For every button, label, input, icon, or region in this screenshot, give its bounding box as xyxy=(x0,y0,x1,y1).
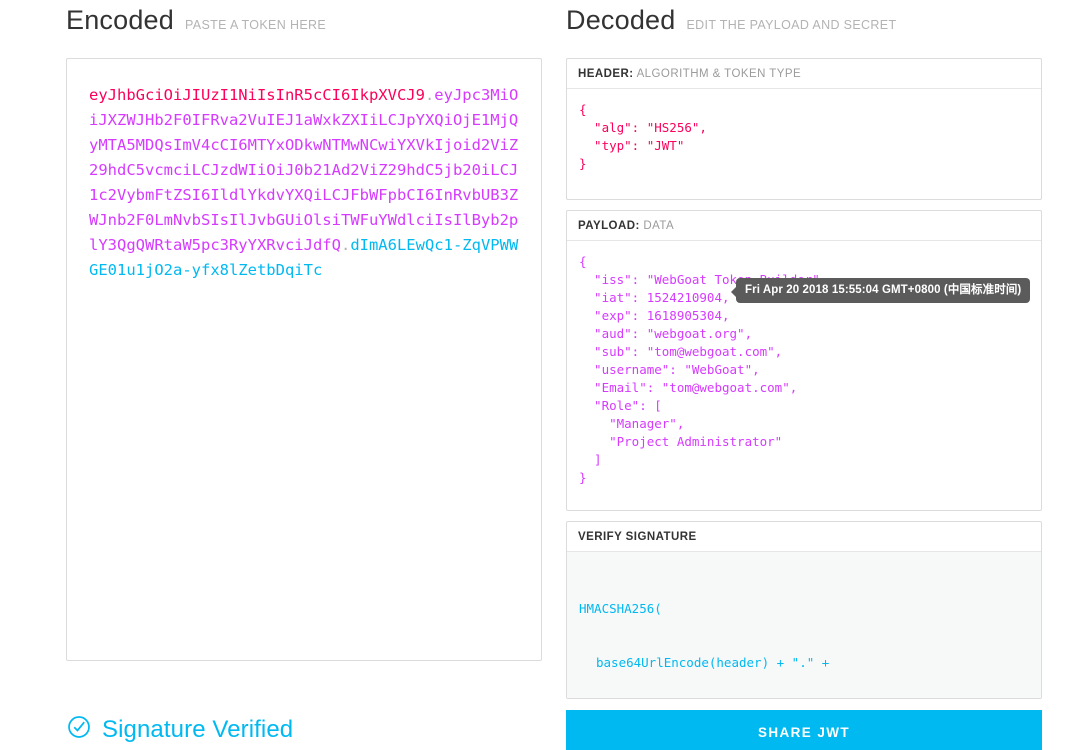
base64-header-line: base64UrlEncode(header) + "." + xyxy=(596,655,830,670)
payload-card: PAYLOAD: DATA { "iss": "WebGoat Token Bu… xyxy=(566,210,1042,511)
payload-card-title: PAYLOAD: DATA xyxy=(567,211,1041,241)
header-card-title: HEADER: ALGORITHM & TOKEN TYPE xyxy=(567,59,1041,89)
encoded-title: Encoded xyxy=(66,5,174,35)
payload-card-label-key: PAYLOAD: xyxy=(578,220,640,232)
encoded-heading: Encoded PASTE A TOKEN HERE xyxy=(66,5,542,36)
iat-timestamp-tooltip: Fri Apr 20 2018 15:55:04 GMT+0800 (中国标准时… xyxy=(730,278,1031,303)
jwt-debugger-page: Encoded PASTE A TOKEN HERE eyJhbGciOiJIU… xyxy=(0,0,1074,750)
signature-status: Signature Verified xyxy=(66,714,293,745)
token-separator-1: . xyxy=(424,86,435,104)
payload-card-body: { "iss": "WebGoat Token Builder", "iat":… xyxy=(567,241,1041,510)
verify-signature-card: VERIFY SIGNATURE HMACSHA256( base64UrlEn… xyxy=(566,521,1042,699)
verify-signature-card-title: VERIFY SIGNATURE xyxy=(567,522,1041,552)
header-card-label-value: ALGORITHM & TOKEN TYPE xyxy=(636,68,802,80)
header-card: HEADER: ALGORITHM & TOKEN TYPE { "alg": … xyxy=(566,58,1042,200)
encoded-column: Encoded PASTE A TOKEN HERE eyJhbGciOiJIU… xyxy=(66,5,542,661)
encoded-subtitle: PASTE A TOKEN HERE xyxy=(185,18,327,32)
decoded-heading: Decoded EDIT THE PAYLOAD AND SECRET xyxy=(566,5,1042,36)
encoded-token-box[interactable]: eyJhbGciOiJIUzI1NiIsInR5cCI6IkpXVCJ9.eyJ… xyxy=(66,58,542,661)
decoded-subtitle: EDIT THE PAYLOAD AND SECRET xyxy=(686,18,897,32)
decoded-title: Decoded xyxy=(566,5,676,35)
jwt-token-text[interactable]: eyJhbGciOiJIUzI1NiIsInR5cCI6IkpXVCJ9.eyJ… xyxy=(89,83,519,283)
token-separator-2: . xyxy=(340,236,351,254)
decoded-column: Decoded EDIT THE PAYLOAD AND SECRET HEAD… xyxy=(566,5,1042,709)
token-payload-segment: eyJpc3MiOiJXZWJHb2F0IFRva2VuIEJ1aWxkZXIi… xyxy=(89,86,519,254)
payload-card-label-value: DATA xyxy=(643,220,675,232)
verify-signature-body: HMACSHA256( base64UrlEncode(header) + ".… xyxy=(567,552,1041,698)
header-card-label-key: HEADER: xyxy=(578,68,634,80)
signature-status-text: Signature Verified xyxy=(102,715,294,743)
share-jwt-button[interactable]: SHARE JWT xyxy=(566,710,1042,750)
token-header-segment: eyJhbGciOiJIUzI1NiIsInR5cCI6IkpXVCJ9 xyxy=(89,86,425,104)
header-json-editor[interactable]: { "alg": "HS256", "typ": "JWT" } xyxy=(567,89,1041,199)
decoded-cards: HEADER: ALGORITHM & TOKEN TYPE { "alg": … xyxy=(566,58,1042,699)
check-circle-icon xyxy=(66,714,92,745)
hmac-line: HMACSHA256( xyxy=(579,601,662,616)
verify-signature-label: VERIFY SIGNATURE xyxy=(578,531,697,543)
